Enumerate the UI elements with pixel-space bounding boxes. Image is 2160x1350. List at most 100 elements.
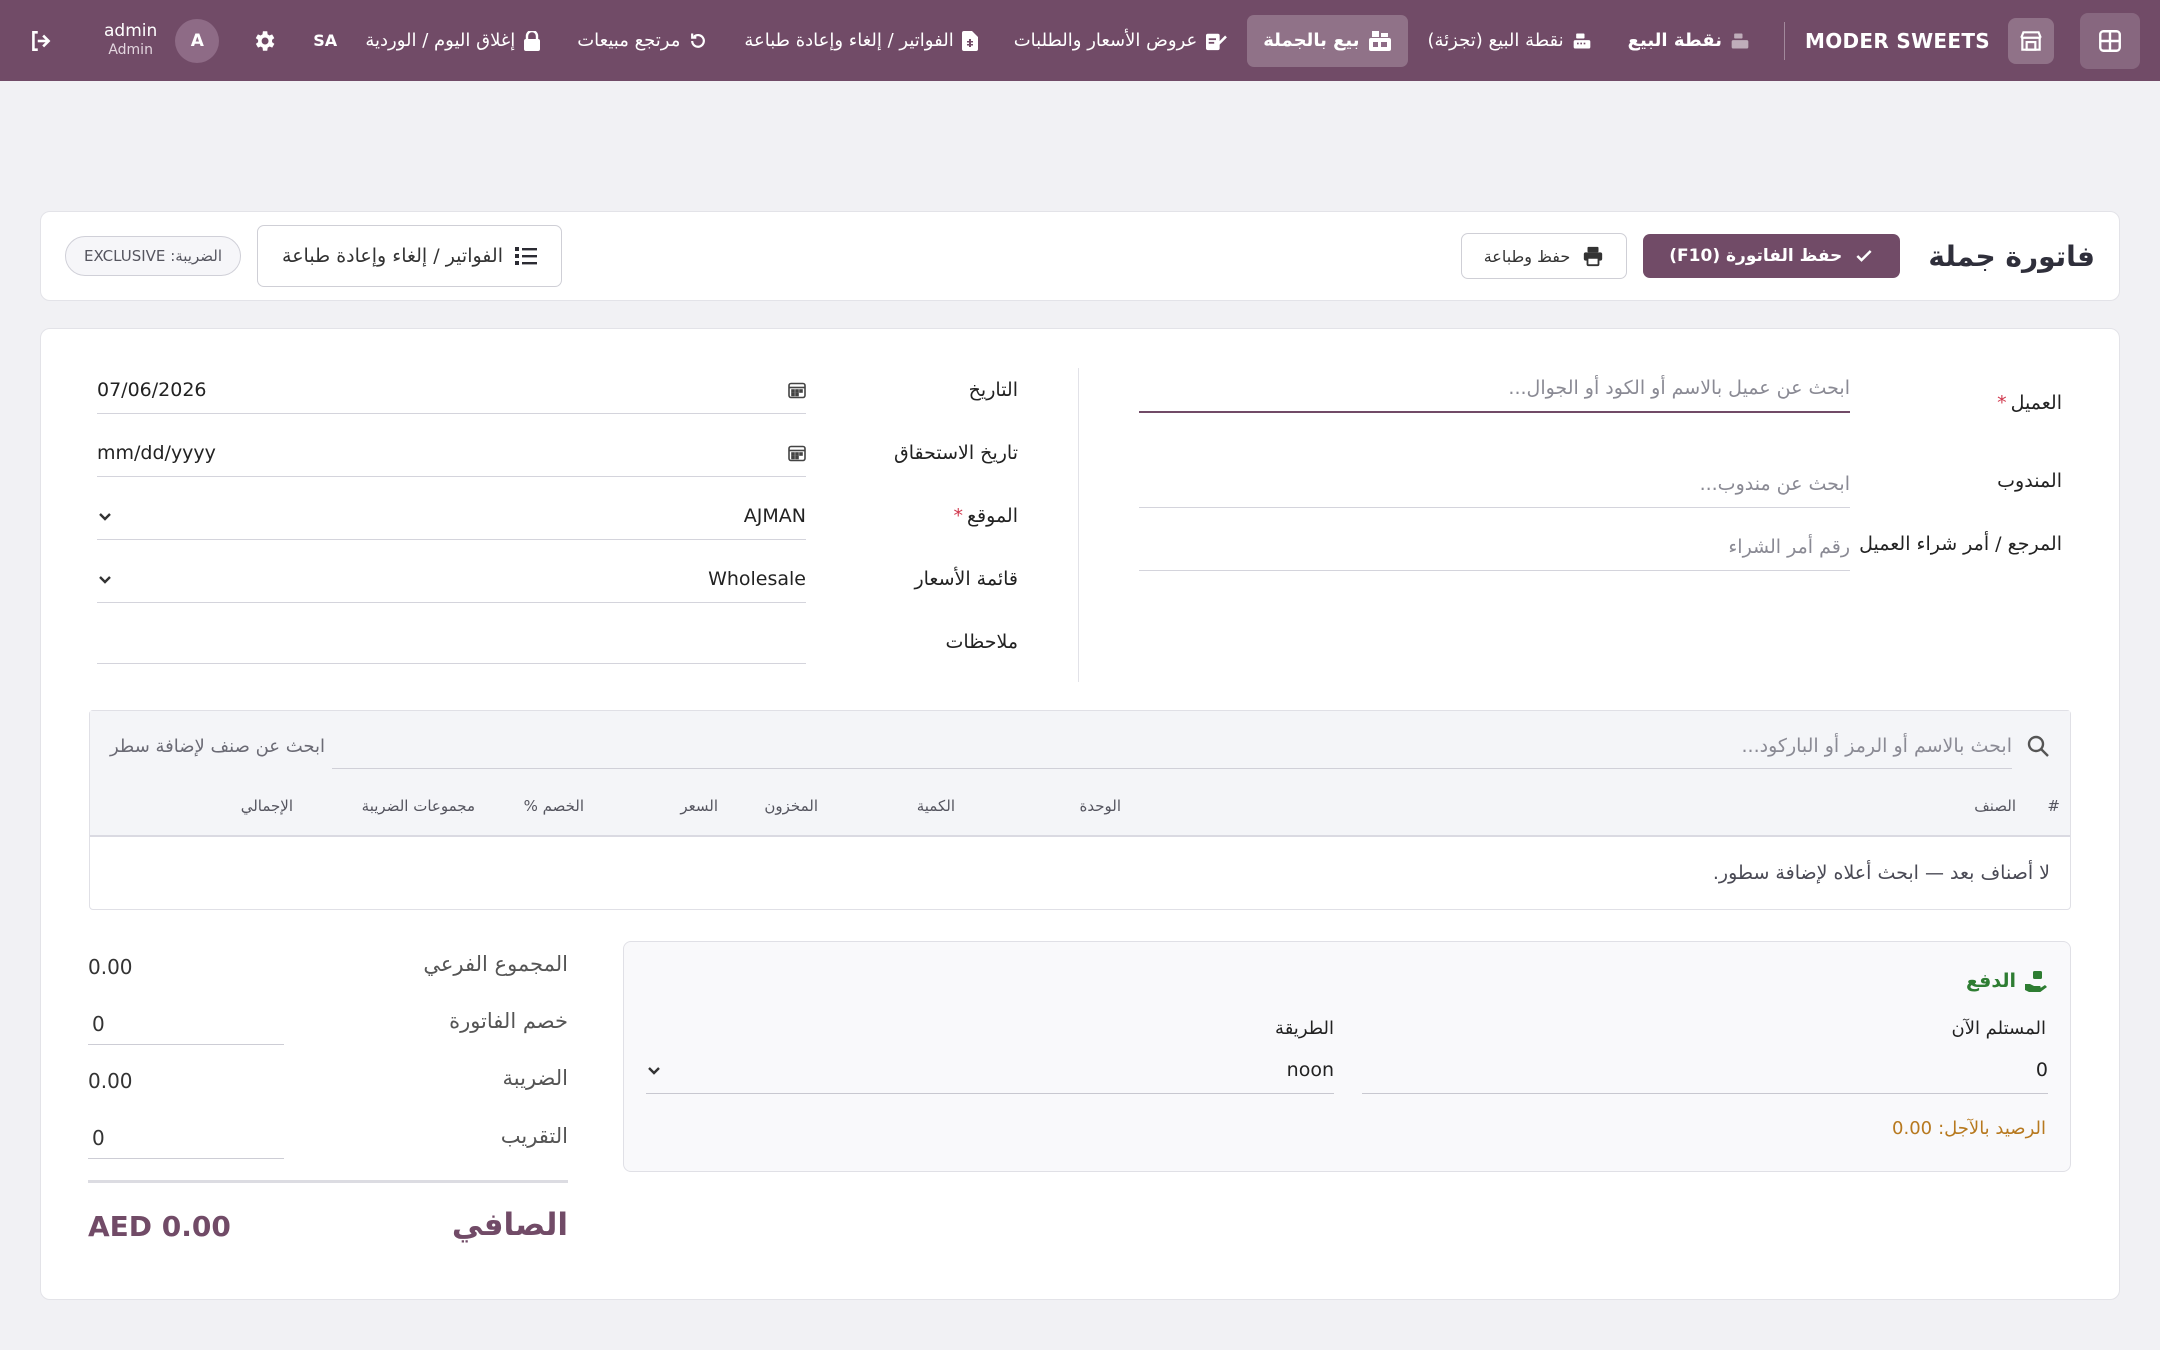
chevron-down-icon [99, 575, 111, 584]
price-list-label: قائمة الأسعار [914, 568, 1018, 590]
received-now-input[interactable]: 0 [1362, 1046, 2048, 1094]
totals-divider [88, 1180, 568, 1183]
cash-register-icon [1573, 33, 1591, 48]
reference-placeholder: رقم أمر الشراء [1728, 535, 1850, 558]
purchase-order-input[interactable]: رقم أمر الشراء [1139, 523, 1850, 571]
invoice-discount-label: خصم الفاتورة [449, 1009, 568, 1033]
list-icon [514, 247, 537, 265]
invoice-file-icon [961, 30, 978, 51]
received-now-label: المستلم الآن [1951, 1018, 2046, 1039]
required-mark: * [953, 505, 963, 527]
calendar-icon[interactable] [788, 444, 806, 462]
save-invoice-button[interactable]: حفظ الفاتورة (F10) [1643, 234, 1901, 278]
nav-sales-return[interactable]: مرتجع مبيعات [561, 15, 724, 67]
notes-input[interactable] [97, 616, 806, 664]
due-date-value: mm/dd/yyyy [97, 441, 216, 464]
deferred-balance-label: الرصيد بالآجل: [1938, 1118, 2046, 1139]
lock-icon [524, 30, 541, 51]
company-logo[interactable] [2008, 17, 2054, 64]
page-title: فاتورة جملة [1928, 239, 2095, 273]
rep-placeholder: ابحث عن مندوب... [1699, 472, 1850, 495]
column-header-discount: الخصم % [523, 797, 584, 815]
notes-label: ملاحظات [945, 631, 1018, 653]
nav-invoices[interactable]: الفواتير / إلغاء وإعادة طباعة [728, 15, 993, 67]
due-date-label: تاريخ الاستحقاق [893, 442, 1018, 464]
lines-header: ابحث بالاسم أو الرمز أو الباركود... ابحث… [90, 711, 2070, 837]
avatar[interactable]: A [175, 18, 220, 63]
brand-name: MODER SWEETS [1805, 28, 1990, 53]
date-label: التاريخ [968, 379, 1018, 401]
nav-wholesale[interactable]: بيع بالجملة [1247, 14, 1408, 67]
search-hint: ابحث عن صنف لإضافة سطر [110, 735, 326, 757]
invoice-discount-input[interactable]: 0 [88, 1003, 284, 1045]
company-switcher[interactable]: SA [313, 31, 337, 50]
check-icon [1856, 250, 1872, 262]
cash-register-icon [1731, 33, 1749, 48]
store-icon [2020, 30, 2042, 51]
payment-method-value: noon [1286, 1058, 1334, 1081]
nav-wholesale-label: بيع بالجملة [1263, 30, 1360, 51]
nav-pos-label: نقطة البيع [1627, 30, 1723, 51]
column-header-total: الإجمالي [240, 797, 293, 815]
tax-label: الضريبة [502, 1066, 568, 1090]
apps-menu-button[interactable] [2080, 12, 2140, 69]
invoices-button[interactable]: الفواتير / إلغاء وإعادة طباعة [257, 225, 562, 287]
location-label: الموقع* [953, 505, 1018, 527]
customer-placeholder: ابحث عن عميل بالاسم أو الكود أو الجوال..… [1508, 377, 1850, 399]
subtotal-value: 0.00 [88, 955, 133, 979]
subtotal-label: المجموع الفرعي [423, 952, 568, 976]
customer-search-input[interactable]: ابحث عن عميل بالاسم أو الكود أو الجوال..… [1139, 365, 1850, 413]
invoice-lines-table: ابحث بالاسم أو الرمز أو الباركود... ابحث… [89, 710, 2071, 910]
location-select[interactable]: AJMAN [97, 492, 806, 540]
date-value: 07/06/2026 [97, 378, 207, 401]
undo-icon [691, 33, 706, 48]
nav-pos-retail-label: نقطة البيع (تجزئة) [1427, 30, 1564, 51]
location-value: AJMAN [743, 504, 806, 527]
rounding-value: 0 [92, 1125, 105, 1150]
nav-close-shift-label: إغلاق اليوم / الوردية [365, 30, 516, 51]
invoice-header: فاتورة جملة حفظ الفاتورة (F10) حفظ وطباع… [40, 211, 2120, 301]
chevron-down-icon [648, 1066, 660, 1075]
nav-pos[interactable]: نقطة البيع [1612, 15, 1766, 67]
chevron-down-icon [99, 512, 111, 521]
column-header-price: السعر [680, 797, 718, 815]
user-role: Admin [108, 42, 153, 59]
rep-search-input[interactable]: ابحث عن مندوب... [1139, 460, 1850, 508]
calendar-icon[interactable] [788, 381, 806, 399]
column-header-item: الصنف [1974, 797, 2016, 815]
due-date-input[interactable]: mm/dd/yyyy [97, 429, 806, 477]
column-header-quantity: الكمية [916, 797, 955, 815]
save-print-button[interactable]: حفظ وطباعة [1460, 233, 1628, 279]
tax-mode-badge: الضريبة: EXCLUSIVE [65, 236, 242, 276]
user-name: admin [104, 21, 158, 42]
wholesale-icon [1368, 30, 1391, 51]
column-header-unit: الوحدة [1079, 797, 1122, 815]
edit-document-icon [1206, 33, 1228, 50]
column-divider [1078, 368, 1079, 682]
received-now-value: 0 [2035, 1058, 2048, 1081]
empty-lines-message: لا أصناف بعد — ابحث أعلاه لإضافة سطور. [1712, 862, 2050, 884]
tax-value: 0.00 [88, 1069, 133, 1093]
date-input[interactable]: 07/06/2026 [97, 366, 806, 414]
invoices-button-label: الفواتير / إلغاء وإعادة طباعة [282, 245, 503, 267]
nav-quotations[interactable]: عروض الأسعار والطلبات [998, 15, 1244, 67]
nav-pos-retail[interactable]: نقطة البيع (تجزئة) [1412, 15, 1608, 67]
payment-method-select[interactable]: noon [646, 1046, 1334, 1094]
settings-button[interactable] [251, 28, 277, 54]
nav-invoices-label: الفواتير / إلغاء وإعادة طباعة [744, 30, 954, 51]
customer-label: العميل* [1997, 392, 2062, 414]
price-list-select[interactable]: Wholesale [97, 555, 806, 603]
hand-money-icon [2025, 971, 2047, 992]
net-total-label: الصافي [451, 1207, 568, 1243]
nav-divider [1784, 21, 1786, 60]
payment-panel: الدفع المستلم الآن 0 الطريقة noon الرصيد… [623, 941, 2071, 1172]
logout-button[interactable] [28, 28, 54, 54]
line-search-row: ابحث بالاسم أو الرمز أو الباركود... ابحث… [110, 723, 2050, 769]
nav-close-shift[interactable]: إغلاق اليوم / الوردية [349, 15, 557, 67]
rounding-input[interactable]: 0 [88, 1117, 284, 1159]
payment-method-label: الطريقة [1275, 1018, 1334, 1039]
product-search-input[interactable]: ابحث بالاسم أو الرمز أو الباركود... [332, 723, 2012, 769]
rep-label: المندوب [1997, 470, 2062, 492]
invoice-discount-value: 0 [92, 1011, 105, 1036]
user-menu[interactable]: admin Admin [104, 21, 157, 60]
